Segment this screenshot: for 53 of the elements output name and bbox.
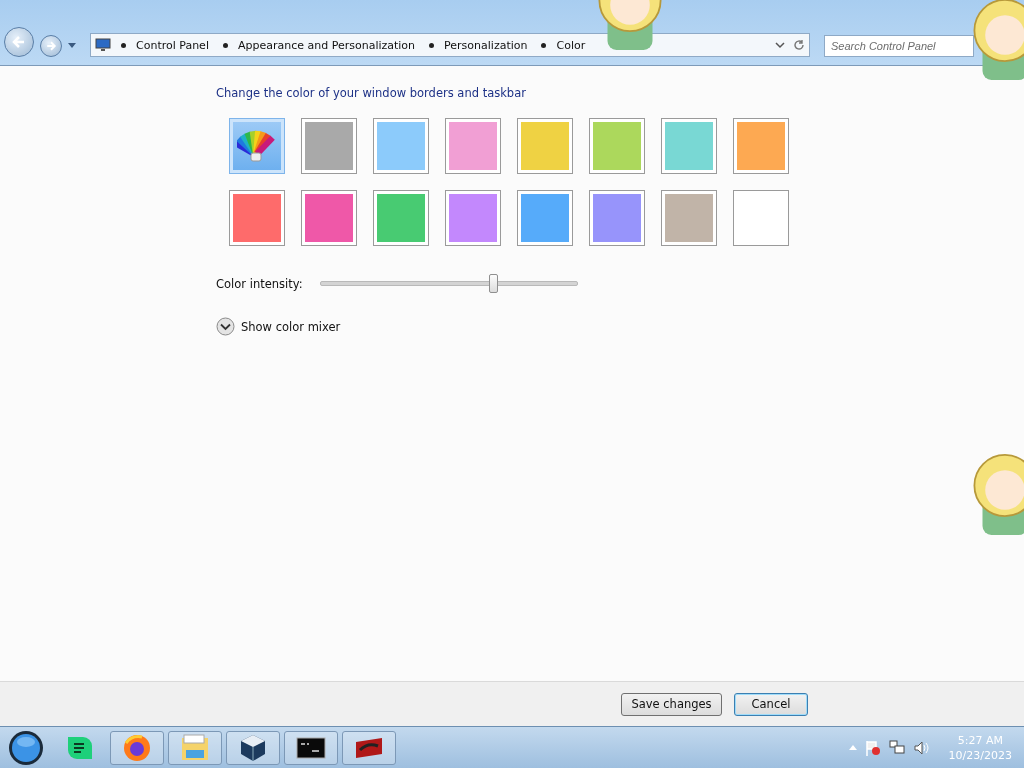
color-swatch[interactable]: [517, 118, 573, 174]
refresh-icon[interactable]: [793, 39, 805, 51]
virtualbox-button[interactable]: [226, 730, 280, 765]
show-hidden-icons-icon[interactable]: [848, 745, 857, 750]
color-swatch[interactable]: [661, 190, 717, 246]
browser-button[interactable]: [110, 730, 164, 765]
color-fan-icon: [237, 129, 277, 163]
color-swatch[interactable]: [517, 190, 573, 246]
color-swatch[interactable]: [733, 190, 789, 246]
color-swatch[interactable]: [661, 118, 717, 174]
color-swatch[interactable]: [445, 190, 501, 246]
network-icon[interactable]: [888, 739, 905, 756]
globe-icon: [122, 732, 152, 763]
breadcrumb-item[interactable]: Appearance and Personalization: [237, 38, 426, 52]
command-prompt-button[interactable]: [284, 730, 338, 765]
monitor-icon: [95, 38, 111, 52]
speaker-icon[interactable]: [912, 739, 929, 756]
folder-icon: [180, 733, 210, 762]
slider-thumb[interactable]: [488, 274, 498, 293]
intensity-slider[interactable]: [320, 274, 578, 293]
color-swatch[interactable]: [301, 190, 357, 246]
chevron-down-icon[interactable]: [775, 41, 785, 49]
section-heading: Change the color of your window borders and taskbar: [216, 86, 527, 100]
color-swatch[interactable]: [373, 118, 429, 174]
save-changes-button[interactable]: Save changes: [621, 692, 722, 716]
game-app-button[interactable]: [342, 730, 396, 765]
app-icon: [354, 735, 384, 760]
flag-icon[interactable]: [864, 739, 881, 756]
color-swatch[interactable]: [229, 190, 285, 246]
intensity-label: Color intensity:: [216, 276, 304, 291]
show-color-mixer-toggle[interactable]: Show color mixer: [216, 317, 341, 336]
color-swatch[interactable]: [589, 118, 645, 174]
color-swatch[interactable]: [301, 118, 357, 174]
cube-icon: [239, 732, 267, 763]
color-swatch[interactable]: [589, 190, 645, 246]
forward-button[interactable]: [40, 35, 62, 57]
breadcrumb-item[interactable]: Personalization: [444, 38, 538, 52]
search-field[interactable]: Search Control Panel: [824, 35, 974, 57]
caret-icon[interactable]: [68, 43, 76, 48]
address-bar[interactable]: Control Panel Appearance and Personalization Personalization Color: [90, 33, 810, 57]
color-swatch[interactable]: [373, 190, 429, 246]
breadcrumb-item[interactable]: Control Panel: [136, 38, 219, 52]
breadcrumb-item[interactable]: Color: [556, 38, 596, 52]
cancel-button[interactable]: Cancel: [734, 692, 808, 716]
back-button[interactable]: [4, 27, 34, 57]
color-swatch[interactable]: [445, 118, 501, 174]
chevron-down-icon: [216, 317, 235, 336]
start-orb-icon: [7, 728, 45, 767]
forward-arrow-icon: [45, 40, 57, 52]
color-palette-swatch[interactable]: [229, 118, 285, 174]
back-arrow-icon: [11, 34, 27, 50]
color-swatch[interactable]: [733, 118, 789, 174]
terminal-icon: [296, 736, 326, 759]
